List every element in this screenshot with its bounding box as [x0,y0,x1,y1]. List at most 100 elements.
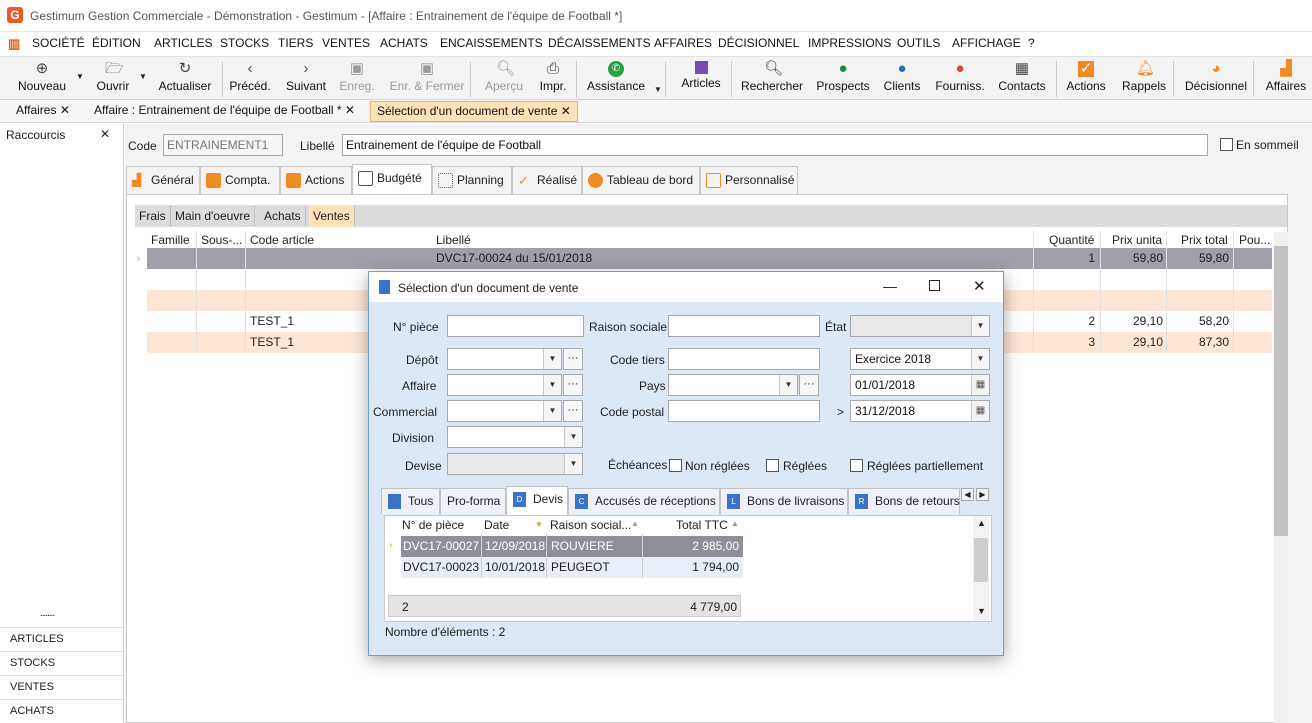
tab-personnalise[interactable]: Personnalisé [700,166,798,194]
rappels-button[interactable]: 🔔︎ Rappels [1121,57,1167,99]
contacts-button[interactable]: ▦ Contacts [997,57,1047,99]
table-row[interactable]: DVC17-00023 10/01/2018 PEUGEOT 1 794,00 [401,557,743,578]
col-prix-unitaire[interactable]: Prix unita [1112,233,1162,247]
tab-realise[interactable]: ✓ Réalisé [512,166,582,194]
tab-bons-livraisons[interactable]: L Bons de livraisons [720,488,848,514]
subtab-ventes[interactable]: Ventes [309,205,355,227]
precedent-button[interactable]: ‹ Précéd. [228,57,272,99]
table-row[interactable]: DVC17-00024 du 15/01/2018 1 59,80 59,80 [147,248,1272,269]
subtab-achats[interactable]: Achats [260,205,306,227]
non-reglees-checkbox[interactable] [669,459,682,472]
col-code-article[interactable]: Code article [250,233,314,247]
close-icon[interactable]: ✕ [561,104,571,118]
grid-scroll-thumb[interactable] [974,538,988,582]
tab-general[interactable]: ▟ Général [126,166,200,194]
sidebar-splitter[interactable]: ........ [40,608,55,619]
sidebar-close-icon[interactable]: ✕ [100,127,110,141]
sidebar-item-achats[interactable]: ACHATS [0,699,123,723]
menu-affaires[interactable]: AFFAIRES [654,36,712,50]
depot-select[interactable]: ▼ [447,348,562,370]
tab-bons-retours[interactable]: R Bons de retours [848,488,960,514]
actualiser-button[interactable]: ↻ Actualiser [155,57,215,99]
assistance-button[interactable]: ✆ Assistance [584,57,648,99]
prospects-button[interactable]: ● Prospects [815,57,871,99]
col-date[interactable]: Date [484,518,509,532]
col-quantite[interactable]: Quantité [1049,233,1094,247]
ouvrir-dropdown-icon[interactable]: ▼ [139,72,147,81]
tab-budgete[interactable]: Budgété [352,164,432,195]
tabs-scroll-right-icon[interactable]: ▶ [976,488,989,501]
reglees-partiellement-checkbox[interactable] [850,459,863,472]
subtab-main-oeuvre[interactable]: Main d'oeuvre [171,205,255,227]
libelle-field[interactable] [342,134,1208,156]
col-pourcentage[interactable]: Pou... [1239,233,1270,247]
apercu-button[interactable]: 🔍︎ Aperçu [480,57,528,99]
rechercher-button[interactable]: 🔍︎ Rechercher [740,57,804,99]
devise-select[interactable]: ▼ [447,453,583,475]
articles-button[interactable]: Articles [678,57,724,99]
affaire-browse-button[interactable]: ··· [563,374,583,396]
menu-articles[interactable]: ARTICLES [154,36,212,50]
menu-ventes[interactable]: VENTES [322,36,370,50]
code-tiers-field[interactable] [668,348,820,370]
enreg-fermer-button[interactable]: ▣ Enr. & Fermer [388,57,466,99]
menu-societe[interactable]: SOCIÉTÉ [32,36,85,50]
tabs-scroll-left-icon[interactable]: ◀ [961,488,974,501]
affaires-button[interactable]: ▟ Affaires [1264,57,1308,99]
menu-decaissements[interactable]: DÉCAISSEMENTS [548,36,651,50]
depot-browse-button[interactable]: ··· [563,348,583,370]
menu-edition[interactable]: ÉDITION [92,36,141,50]
subtab-frais[interactable]: Frais [135,205,171,227]
tab-devis[interactable]: D Devis [506,486,568,515]
menu-impressions[interactable]: IMPRESSIONS [808,36,891,50]
menu-help[interactable]: ? [1028,36,1035,50]
piece-field[interactable] [447,315,584,337]
col-libelle[interactable]: Libellé [436,233,471,247]
nouveau-dropdown-icon[interactable]: ▼ [76,72,84,81]
tab-tous[interactable]: Tous [381,488,440,514]
doc-tab-selection[interactable]: Sélection d'un document de vente ✕ [370,101,578,122]
close-icon[interactable]: ✕ [973,277,986,295]
tab-planning[interactable]: Planning [432,166,512,194]
col-numero-piece[interactable]: N° de pièce [402,518,464,532]
main-scrollbar[interactable] [1274,232,1288,723]
commercial-browse-button[interactable]: ··· [563,400,583,422]
calendar-icon[interactable]: ▦ [971,401,989,421]
fourniss-button[interactable]: ● Fourniss. [934,57,986,99]
toolbar-overflow-icon[interactable]: ▼ [654,85,662,94]
menu-stocks[interactable]: STOCKS [220,36,269,50]
close-icon[interactable]: ✕ [345,103,355,117]
affaire-select[interactable]: ▼ [447,374,562,396]
suivant-button[interactable]: › Suivant [284,57,328,99]
impr-button[interactable]: ⎙ Impr. [536,57,570,99]
doc-tab-affaire[interactable]: Affaire : Entrainement de l'équipe de Fo… [88,101,361,122]
code-field[interactable] [163,134,283,156]
col-total-ttc[interactable]: Total TTC [676,518,728,532]
doc-tab-affaires[interactable]: Affaires ✕ [10,101,76,122]
chevron-down-icon[interactable]: ▼ [977,606,986,616]
menu-outils[interactable]: OUTILS [897,36,940,50]
menu-encaissements[interactable]: ENCAISSEMENTS [440,36,543,50]
raison-sociale-field[interactable] [668,315,820,337]
menu-achats[interactable]: ACHATS [380,36,428,50]
minimize-icon[interactable]: — [883,278,897,294]
date-from-field[interactable]: 01/01/2018 ▦ [850,374,990,396]
date-to-field[interactable]: 31/12/2018 ▦ [850,400,990,422]
decisionnel-button[interactable]: ◕ Décisionnel [1184,57,1248,99]
col-sous-famille[interactable]: Sous-... [201,233,242,247]
nouveau-button[interactable]: ⊕ Nouveau [10,57,74,99]
reglees-checkbox[interactable] [766,459,779,472]
commercial-select[interactable]: ▼ [447,400,562,422]
menu-decisionnel[interactable]: DÉCISIONNEL [718,36,799,50]
sidebar-item-articles[interactable]: ARTICLES [0,627,123,651]
sidebar-item-stocks[interactable]: STOCKS [0,651,123,675]
tab-accuses-receptions[interactable]: C Accusés de réceptions [568,488,720,514]
close-icon[interactable]: ✕ [60,103,70,117]
sidebar-item-ventes[interactable]: VENTES [0,675,123,699]
pays-browse-button[interactable]: ··· [799,374,819,396]
exercice-select[interactable]: Exercice 2018 ▼ [850,348,990,370]
calendar-icon[interactable]: ▦ [971,375,989,395]
pays-select[interactable]: ▼ [668,374,798,396]
menu-tiers[interactable]: TIERS [278,36,313,50]
sommeil-checkbox[interactable] [1220,138,1233,151]
